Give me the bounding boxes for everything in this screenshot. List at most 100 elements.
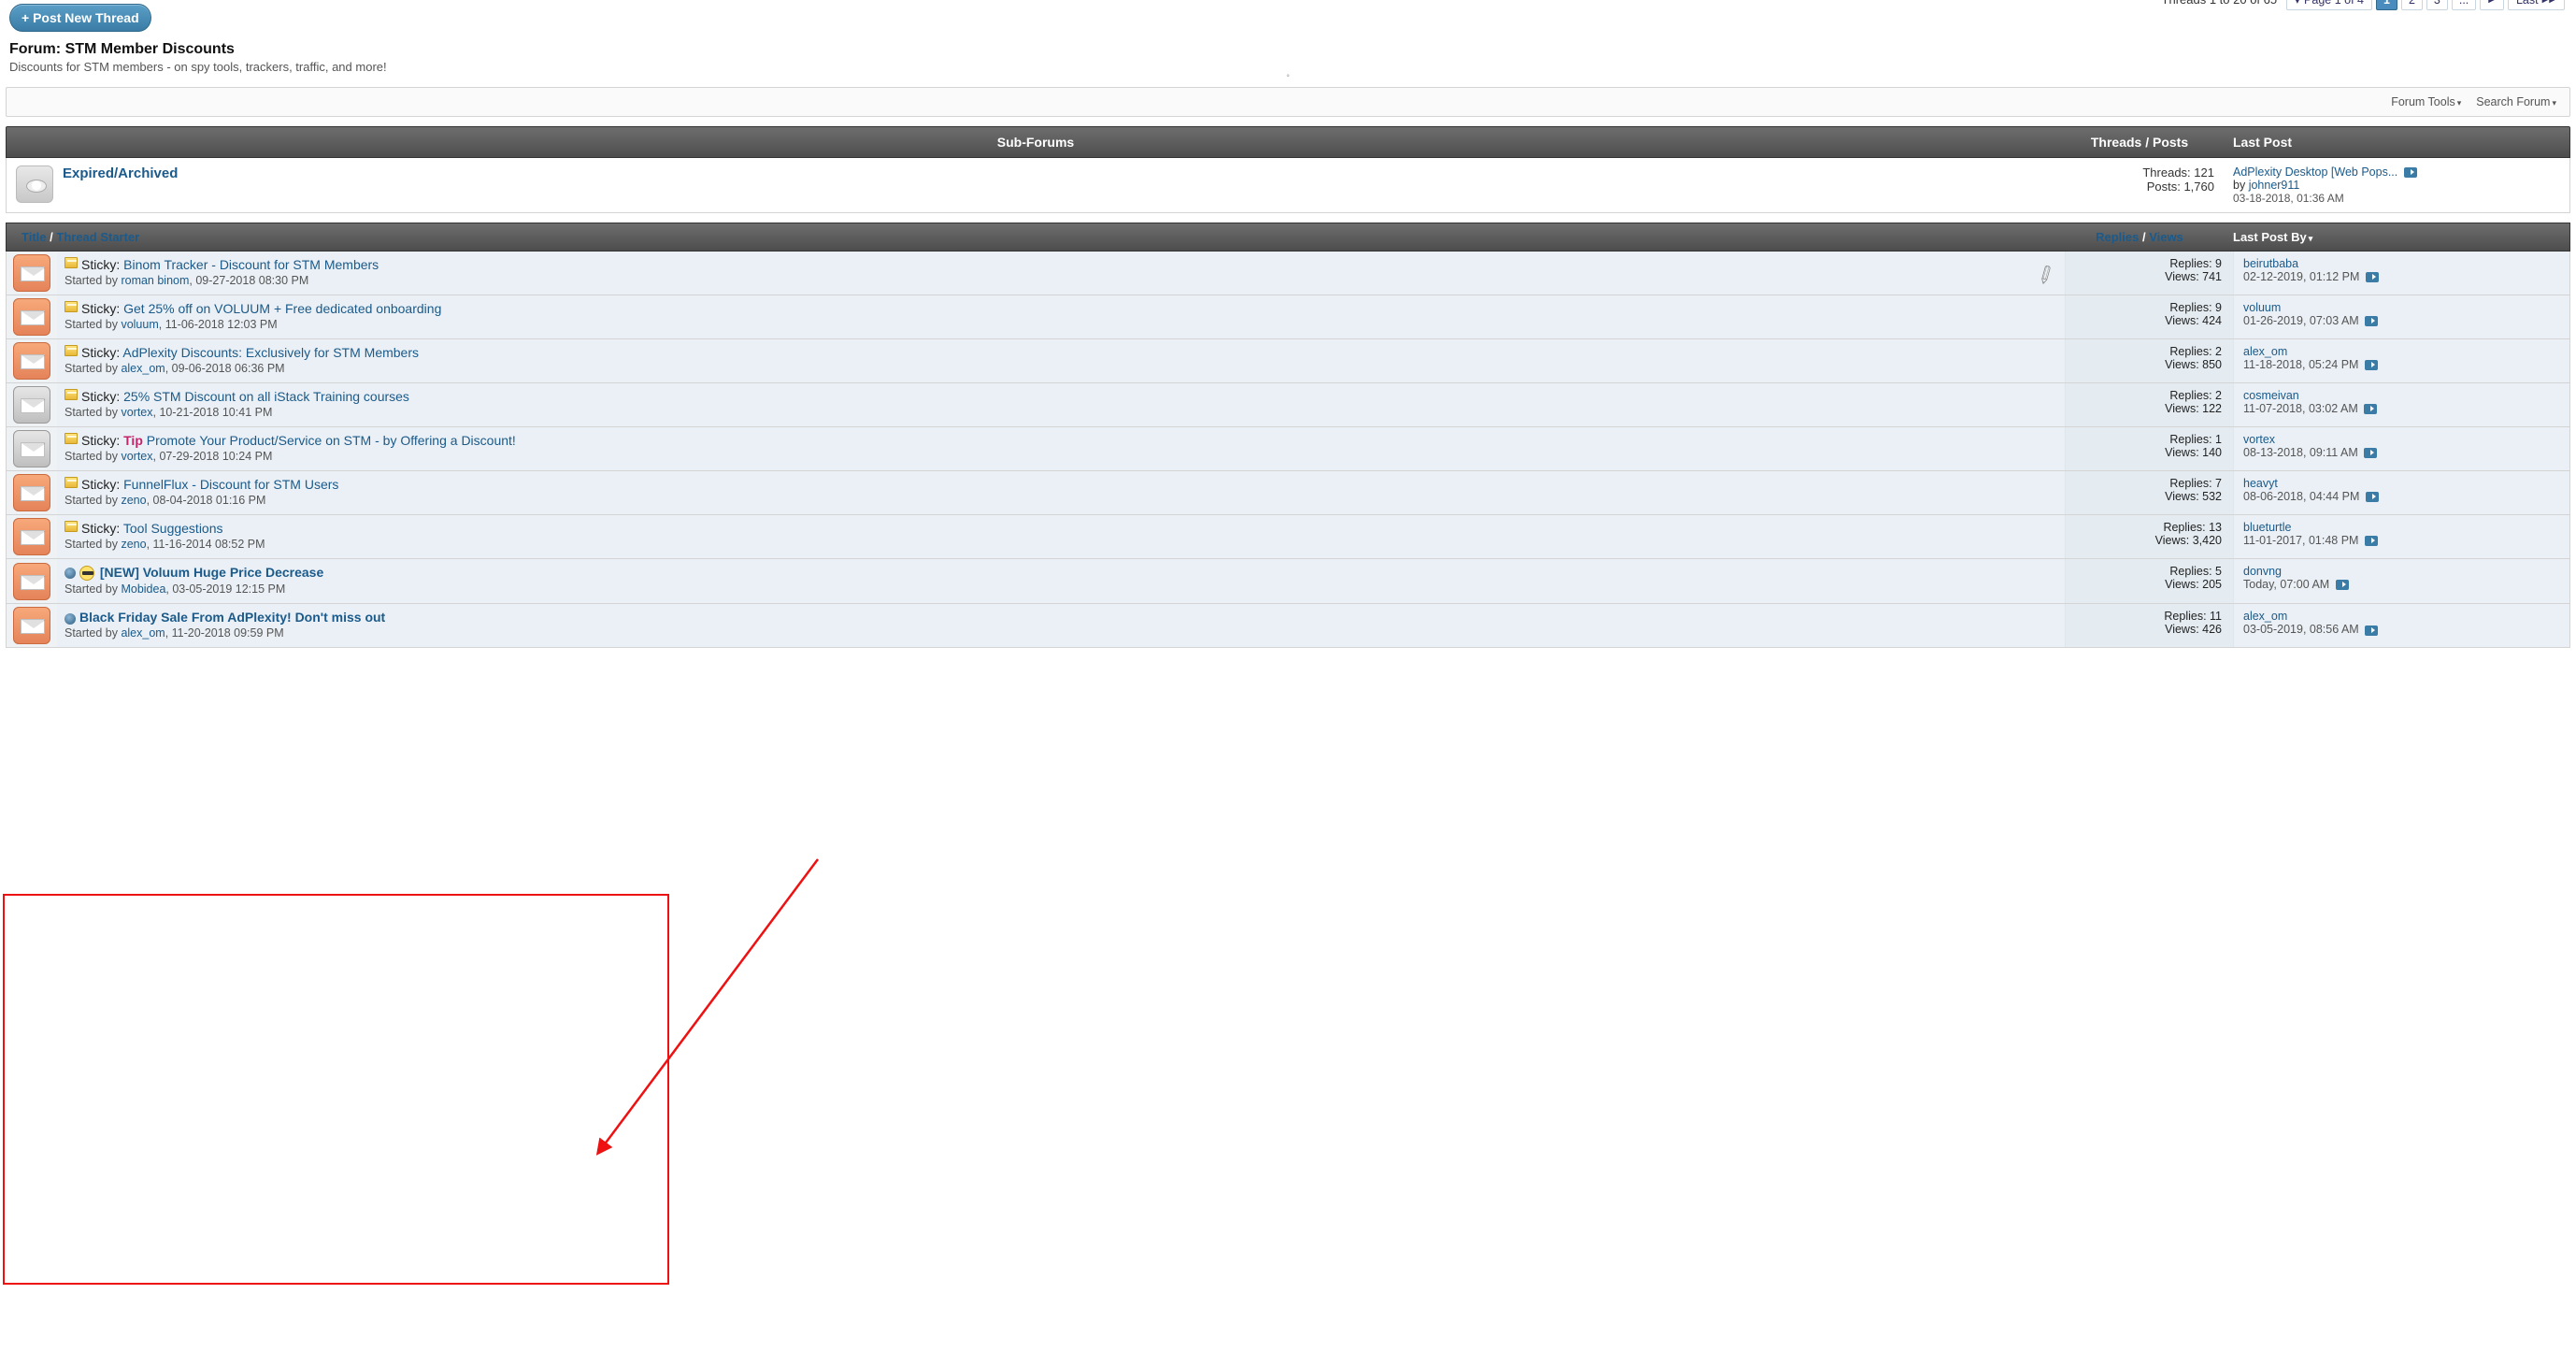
page-3[interactable]: 3 [2426,0,2448,10]
search-forum-dropdown[interactable]: Search Forum▾ [2476,95,2556,108]
page-ellipsis[interactable]: ... [2452,0,2476,10]
thread-starter-link[interactable]: voluum [121,318,158,331]
thread-starter-link[interactable]: vortex [121,406,152,419]
last-post-user-link[interactable]: alex_om [2243,345,2287,358]
envelope-new-icon [13,342,50,380]
thread-list-header: Title / Thread Starter Replies / Views L… [6,223,2570,252]
subforums-header: Sub-Forums Threads / Posts Last Post [6,126,2570,158]
go-to-post-icon[interactable] [2365,360,2378,370]
sticky-label: Sticky: [81,477,123,492]
post-new-thread-button[interactable]: + Post New Thread [9,4,151,32]
go-to-post-icon[interactable] [2366,272,2379,282]
envelope-new-icon [13,298,50,336]
thread-row: Black Friday Sale From AdPlexity! Don't … [6,604,2570,648]
last-post-user-link[interactable]: voluum [2243,301,2281,314]
page-2[interactable]: 2 [2401,0,2423,10]
page-dropdown[interactable]: ▾ Page 1 of 4 [2286,0,2372,10]
thread-started-by: Started by alex_om, 09-06-2018 06:36 PM [64,362,2057,375]
thread-last-post: heavyt08-06-2018, 04:44 PM [2233,471,2569,514]
forum-title: Forum: STM Member Discounts [9,41,387,58]
annotation-arrow [589,850,827,1162]
sticky-note-icon [64,389,78,400]
thread-started-by: Started by alex_om, 11-20-2018 09:59 PM [64,626,2057,640]
thread-title-link[interactable]: [NEW] Voluum Huge Price Decrease [100,565,323,580]
thread-starter-link[interactable]: alex_om [121,362,165,375]
go-to-post-icon[interactable] [2364,448,2377,458]
page-1[interactable]: 1 [2376,0,2397,10]
thread-last-post: donvngToday, 07:00 AM [2233,559,2569,603]
last-post-user-link[interactable]: heavyt [2243,477,2278,490]
caret-down-icon: ▾ [2457,98,2462,108]
go-to-post-icon[interactable] [2404,167,2417,178]
col-last-post-by[interactable]: Last Post By▾ [2224,230,2560,244]
thread-stats: Replies: 9Views: 741 [2065,252,2233,295]
thread-title-link[interactable]: 25% STM Discount on all iStack Training … [123,389,409,404]
col-title[interactable]: Title / Thread Starter [16,230,2055,244]
thread-title-link[interactable]: FunnelFlux - Discount for STM Users [123,477,338,492]
thread-stats: Replies: 2Views: 122 [2065,383,2233,426]
last-post-user-link[interactable]: johner911 [2249,179,2300,192]
tip-prefix: Tip [123,433,147,448]
sticky-label: Sticky: [81,389,123,404]
go-to-post-icon[interactable] [2364,404,2377,414]
thread-started-by: Started by roman binom, 09-27-2018 08:30… [64,274,2057,287]
thread-title-link[interactable]: AdPlexity Discounts: Exclusively for STM… [122,345,419,360]
sticky-note-icon [64,301,78,312]
last-post-title-link[interactable]: AdPlexity Desktop [Web Pops... [2233,165,2397,179]
page-last[interactable]: Last ▶▶ [2508,0,2565,10]
thread-starter-link[interactable]: alex_om [121,626,165,640]
go-to-post-icon[interactable] [2336,580,2349,590]
envelope-new-icon [13,563,50,600]
sticky-note-icon [64,345,78,356]
envelope-old-icon [13,430,50,467]
thread-title-link[interactable]: Black Friday Sale From AdPlexity! Don't … [79,610,385,625]
last-post-user-link[interactable]: beirutbaba [2243,257,2298,270]
thread-starter-link[interactable]: Mobidea [121,582,165,596]
thread-title-link[interactable]: Binom Tracker - Discount for STM Members [123,257,379,272]
cool-emoji-icon [79,566,94,581]
thread-started-by: Started by Mobidea, 03-05-2019 12:15 PM [64,582,2057,596]
thread-starter-link[interactable]: roman binom [121,274,189,287]
thread-row: Sticky: Tool SuggestionsStarted by zeno,… [6,515,2570,559]
go-to-post-icon[interactable] [2365,625,2378,636]
thread-row: Sticky: AdPlexity Discounts: Exclusively… [6,339,2570,383]
pager: ▾ Page 1 of 4 1 2 3 ... ▶ Last ▶▶ [2286,0,2565,10]
sticky-note-icon [64,257,78,268]
go-to-post-icon[interactable] [2365,536,2378,546]
thread-stats: Replies: 9Views: 424 [2065,295,2233,338]
thread-row: Sticky: Binom Tracker - Discount for STM… [6,252,2570,295]
thread-title-link[interactable]: Get 25% off on VOLUUM + Free dedicated o… [123,301,441,316]
arrow-right-icon: ▶ [2488,0,2496,5]
thread-started-by: Started by voluum, 11-06-2018 12:03 PM [64,318,2057,331]
thread-starter-link[interactable]: zeno [121,538,146,551]
sticky-label: Sticky: [81,345,122,360]
thread-starter-link[interactable]: zeno [121,494,146,507]
go-to-post-icon[interactable] [2366,492,2379,502]
col-replies-views[interactable]: Replies / Views [2055,230,2224,244]
last-post-user-link[interactable]: blueturtle [2243,521,2291,534]
subforum-title-link[interactable]: Expired/Archived [63,165,178,181]
go-to-post-icon[interactable] [2365,316,2378,326]
last-post-user-link[interactable]: vortex [2243,433,2275,446]
double-arrow-right-icon: ▶▶ [2542,0,2556,5]
last-post-user-link[interactable]: alex_om [2243,610,2287,623]
forum-tools-dropdown[interactable]: Forum Tools▾ [2391,95,2461,108]
thread-last-post: blueturtle11-01-2017, 01:48 PM [2233,515,2569,558]
thread-last-post: cosmeivan11-07-2018, 03:02 AM [2233,383,2569,426]
thread-row: Sticky: 25% STM Discount on all iStack T… [6,383,2570,427]
envelope-new-icon [13,518,50,555]
sticky-note-icon [64,477,78,488]
thread-last-post: vortex08-13-2018, 09:11 AM [2233,427,2569,470]
thread-row: Sticky: Tip Promote Your Product/Service… [6,427,2570,471]
subforum-row: Expired/Archived Threads: 121 Posts: 1,7… [6,158,2570,213]
page-next[interactable]: ▶ [2480,0,2504,10]
col-subforums: Sub-Forums [16,135,2055,150]
sticky-label: Sticky: [81,521,123,536]
subforum-icon [16,165,53,203]
divider: ° [6,74,2570,81]
thread-title-link[interactable]: Tool Suggestions [123,521,223,536]
last-post-user-link[interactable]: cosmeivan [2243,389,2299,402]
last-post-user-link[interactable]: donvng [2243,565,2282,578]
thread-starter-link[interactable]: vortex [121,450,152,463]
thread-title-link[interactable]: Promote Your Product/Service on STM - by… [147,433,516,448]
